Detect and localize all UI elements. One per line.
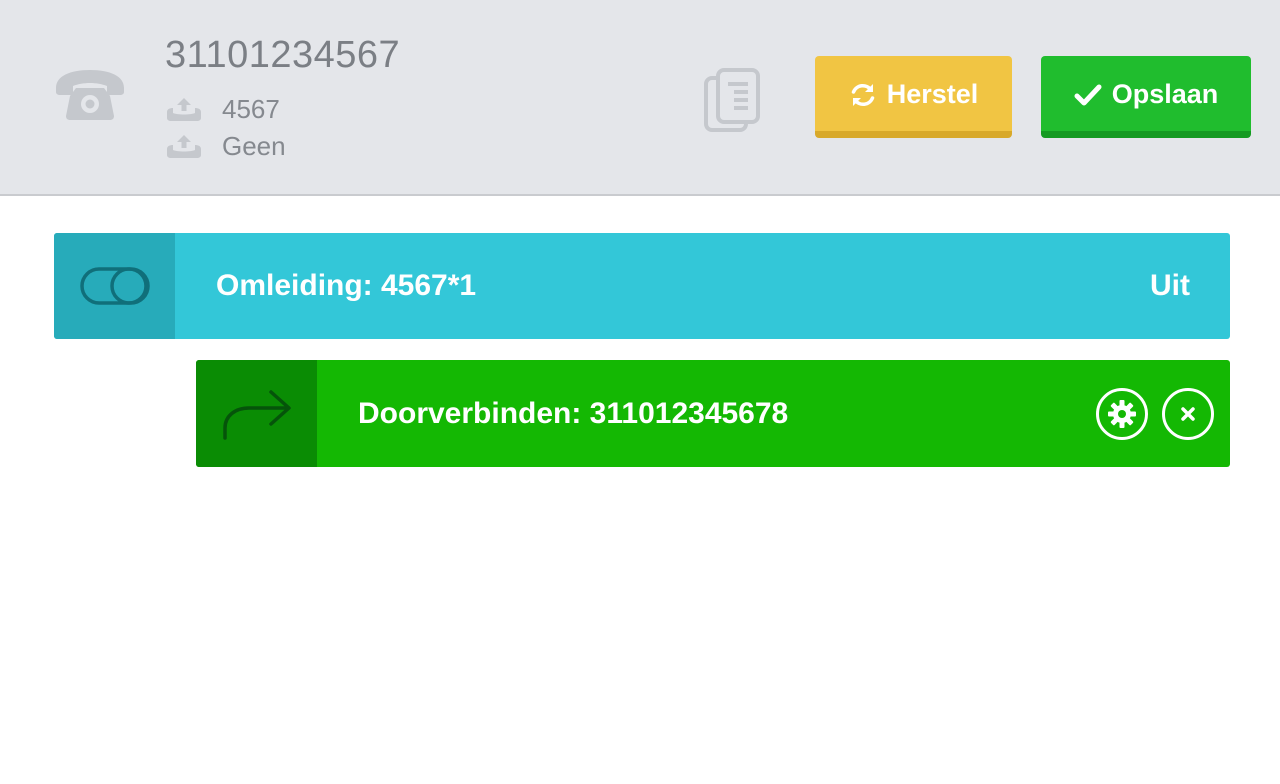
phone-transfer-icon [167, 98, 201, 121]
check-icon [1074, 84, 1102, 105]
secondary-row: Geen [165, 131, 286, 161]
extension-number: 4567 [222, 93, 280, 124]
close-icon [1181, 406, 1195, 421]
forward-icon-box [196, 360, 317, 467]
extension-row: 4567 [165, 94, 280, 124]
settings-button[interactable] [1096, 387, 1148, 440]
save-button-label: Opslaan [1111, 79, 1219, 109]
copy-document-icon[interactable] [702, 66, 764, 136]
refresh-icon [851, 83, 874, 106]
forward-row[interactable]: Doorverbinden: 311012345678 [196, 360, 1230, 467]
redirect-row[interactable]: Omleiding: 4567*1 Uit [54, 233, 1230, 339]
phone-icon [56, 70, 124, 120]
gear-icon [1108, 399, 1136, 428]
redirect-status: Uit [1150, 269, 1190, 302]
header-bar: 31101234567 4567 Geen Herstel Opslaan [0, 0, 1280, 196]
phone-number-title: 31101234567 [165, 34, 401, 76]
reset-button-label: Herstel [886, 79, 979, 109]
phone-transfer-icon [167, 135, 201, 158]
forward-label: Doorverbinden: 311012345678 [358, 396, 789, 430]
toggle-icon [79, 267, 150, 305]
redirect-label: Omleiding: 4567*1 [216, 269, 477, 302]
redirect-icon-box [54, 233, 175, 339]
reset-button[interactable]: Herstel [815, 56, 1012, 138]
save-button[interactable]: Opslaan [1041, 56, 1251, 138]
forward-arrow-icon [222, 389, 291, 440]
secondary-value: Geen [222, 130, 286, 161]
remove-button[interactable] [1162, 387, 1214, 440]
